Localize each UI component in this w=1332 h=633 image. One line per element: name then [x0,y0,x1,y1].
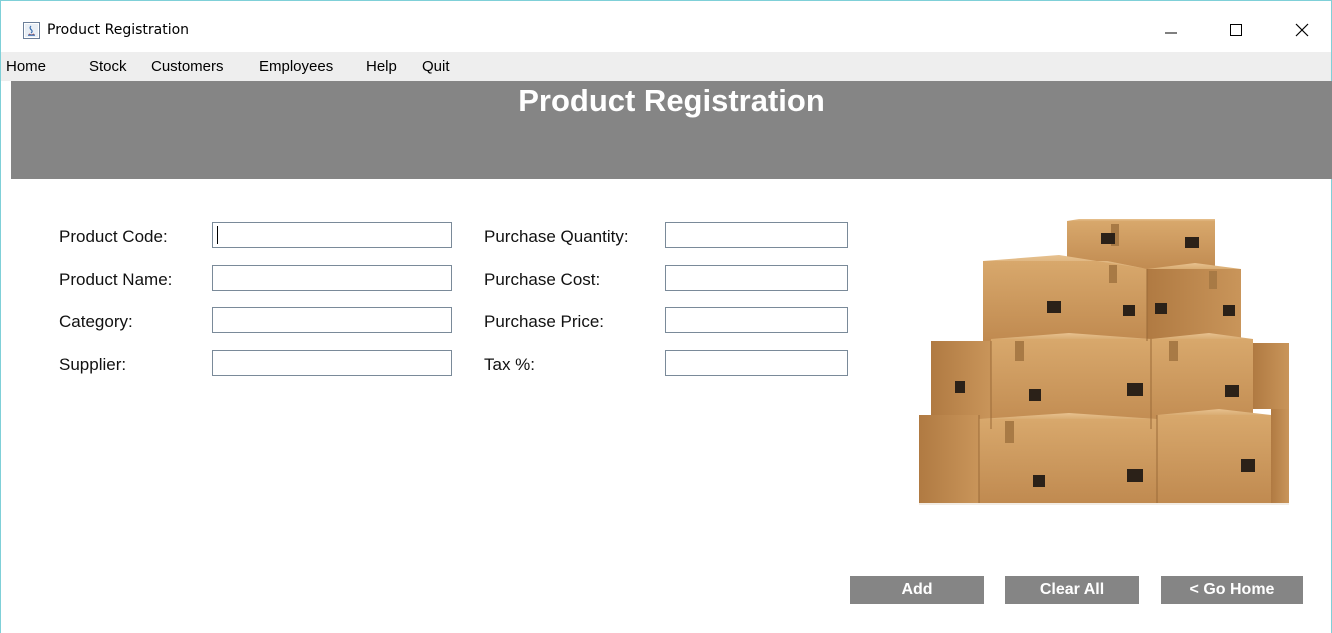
window-title: Product Registration [47,22,190,38]
text-caret [217,226,218,244]
java-app-icon [23,22,40,39]
minimize-icon [1165,32,1177,34]
add-button[interactable]: Add [850,576,984,604]
clear-all-button[interactable]: Clear All [1005,576,1139,604]
product-code-label: Product Code: [59,227,168,246]
menu-employees[interactable]: Employees [259,58,333,75]
menu-bar: Home Stock Customers Employees Help Quit [1,52,1331,81]
purchase-quantity-label: Purchase Quantity: [484,227,629,246]
maximize-icon [1230,24,1242,36]
supplier-input[interactable] [212,350,452,376]
title-bar: Product Registration [1,1,1331,51]
product-code-input[interactable] [212,222,452,248]
purchase-price-input[interactable] [665,307,848,333]
purchase-price-label: Purchase Price: [484,312,604,331]
category-label: Category: [59,312,133,331]
purchase-quantity-input[interactable] [665,222,848,248]
menu-help[interactable]: Help [366,58,397,75]
supplier-label: Supplier: [59,355,127,374]
product-name-label: Product Name: [59,270,173,289]
product-name-input[interactable] [212,265,452,291]
category-input[interactable] [212,307,452,333]
purchase-cost-label: Purchase Cost: [484,270,601,289]
page-title: Product Registration [518,83,825,118]
purchase-cost-input[interactable] [665,265,848,291]
menu-stock[interactable]: Stock [89,58,127,75]
tax-input[interactable] [665,350,848,376]
go-home-button[interactable]: < Go Home [1161,576,1303,604]
application-window: Product Registration Home Stock Customer… [0,0,1332,633]
menu-customers[interactable]: Customers [151,58,224,75]
maximize-button[interactable] [1213,13,1259,47]
menu-home[interactable]: Home [6,58,46,75]
close-icon [1295,23,1309,37]
menu-quit[interactable]: Quit [422,58,450,75]
tax-label: Tax %: [484,355,536,374]
close-button[interactable] [1279,13,1325,47]
page-header: Product Registration [11,81,1332,179]
cardboard-boxes-image [919,219,1289,505]
minimize-button[interactable] [1148,13,1194,47]
